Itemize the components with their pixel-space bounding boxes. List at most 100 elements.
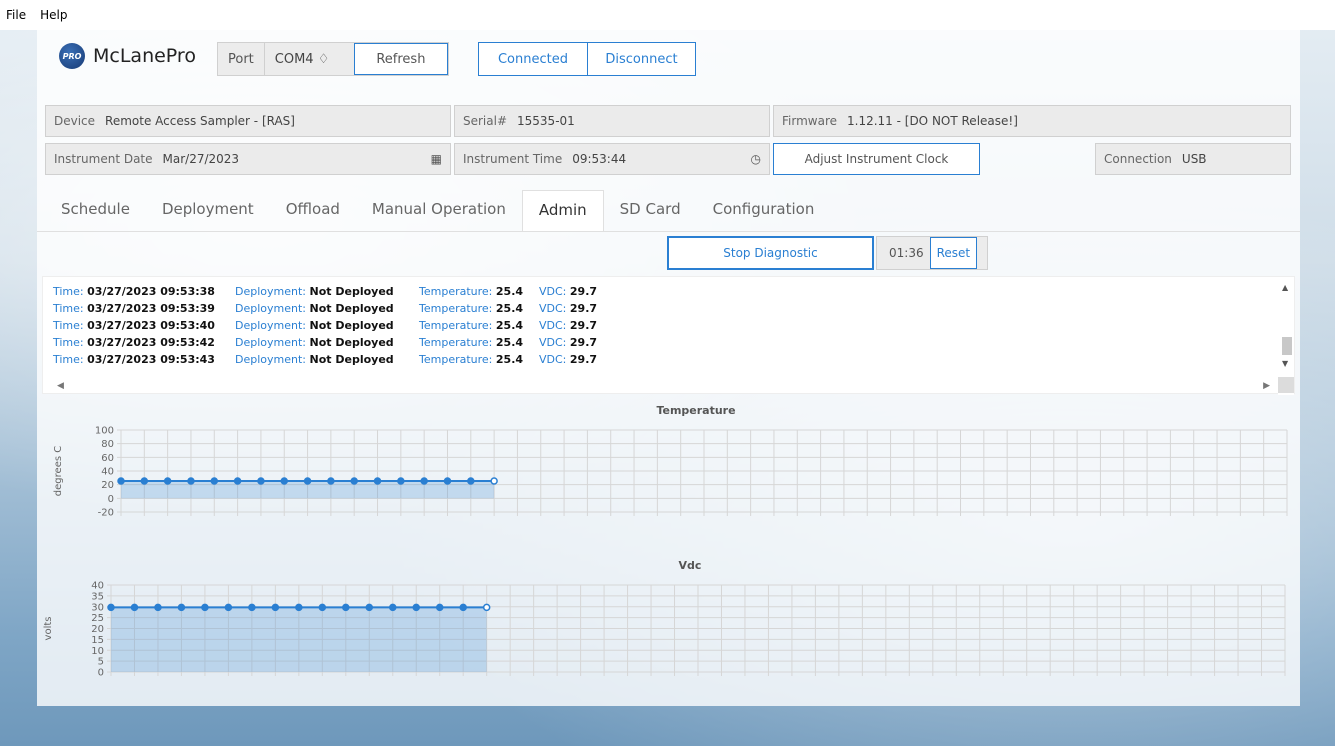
log-time-value: 03/27/2023 09:53:38: [87, 285, 215, 298]
log-vdc-key: VDC:: [539, 319, 570, 332]
y-tick-label: 20: [91, 624, 104, 635]
log-vdc-value: 29.7: [569, 285, 598, 298]
log-vdc: VDC: 29.7: [539, 319, 597, 332]
data-point: [271, 603, 280, 612]
data-point: [467, 477, 475, 485]
log-temperature-key: Temperature:: [419, 285, 496, 298]
instrument-date-value[interactable]: Mar/27/2023: [159, 152, 244, 166]
log-temperature: Temperature: 25.4: [419, 353, 523, 366]
data-point: [350, 477, 358, 485]
scroll-thumb[interactable]: [1282, 337, 1292, 355]
log-vdc-value: 29.7: [569, 319, 598, 332]
connection-group: Connected Disconnect: [478, 42, 696, 76]
data-point: [482, 603, 491, 612]
connected-button[interactable]: Connected: [479, 43, 587, 75]
calendar-icon[interactable]: ▦: [431, 152, 442, 166]
data-point: [210, 477, 219, 485]
tab-bar: Schedule Deployment Offload Manual Opera…: [45, 190, 830, 232]
data-point: [365, 603, 374, 612]
menu-bar: File Help: [0, 0, 1335, 30]
data-point: [177, 603, 186, 612]
tab-sd-card[interactable]: SD Card: [604, 190, 697, 232]
log-deployment: Deployment: Not Deployed: [235, 319, 394, 332]
log-temperature-value: 25.4: [495, 285, 524, 298]
serial-field: Serial# 15535-01: [454, 105, 770, 137]
firmware-field: Firmware 1.12.11 - [DO NOT Release!]: [773, 105, 1291, 137]
log-deployment-key: Deployment:: [235, 319, 310, 332]
elapsed-time: 01:36: [889, 246, 924, 260]
log-time: Time: 03/27/2023 09:53:43: [53, 353, 215, 366]
brand-name: McLanePro: [93, 45, 196, 67]
y-tick-label: 20: [101, 480, 114, 491]
adjust-instrument-clock-button[interactable]: Adjust Instrument Clock: [773, 143, 980, 175]
log-temperature-value: 25.4: [495, 336, 524, 349]
log-vdc-key: VDC:: [539, 353, 570, 366]
menu-file[interactable]: File: [6, 8, 26, 22]
connection-field: Connection USB: [1095, 143, 1291, 175]
diagnostic-log[interactable]: Time: 03/27/2023 09:53:38 Deployment: Not…: [42, 276, 1295, 395]
data-point: [224, 603, 233, 612]
log-temperature-value: 25.4: [495, 302, 524, 315]
log-deployment: Deployment: Not Deployed: [235, 285, 394, 298]
tab-configuration[interactable]: Configuration: [697, 190, 831, 232]
tab-admin[interactable]: Admin: [521, 190, 604, 232]
data-point: [412, 603, 420, 612]
log-time: Time: 03/27/2023 09:53:42: [53, 336, 215, 349]
connection-label: Connection: [1104, 152, 1172, 166]
vdc-chart: Vdc volts 40 35 30 25 20 15 10 5 0: [37, 555, 1300, 685]
chart-svg: Temperature degrees C 100 80 60 40 20 0 -20: [53, 404, 1288, 519]
instrument-date-field[interactable]: Instrument Date Mar/27/2023 ▦: [45, 143, 451, 175]
instrument-time-field[interactable]: Instrument Time 09:53:44 ◷: [454, 143, 770, 175]
log-vdc-value: 29.7: [569, 353, 598, 366]
menu-help[interactable]: Help: [40, 8, 67, 22]
data-point: [303, 477, 312, 485]
instrument-time-value[interactable]: 09:53:44: [568, 152, 630, 166]
y-tick-label: 80: [101, 439, 114, 450]
y-tick-label: 60: [101, 453, 114, 464]
data-point: [280, 477, 288, 485]
tab-manual-operation[interactable]: Manual Operation: [356, 190, 522, 232]
y-tick-label: 15: [91, 635, 104, 646]
data-point: [233, 477, 242, 485]
scroll-left-icon[interactable]: ◀: [57, 381, 64, 391]
series-area: [111, 607, 487, 672]
data-point: [187, 477, 195, 485]
chart-ylabel: degrees C: [53, 446, 64, 496]
stop-diagnostic-button[interactable]: Stop Diagnostic: [667, 236, 874, 270]
data-point: [327, 477, 335, 485]
log-time: Time: 03/27/2023 09:53:38: [53, 285, 215, 298]
tab-deployment[interactable]: Deployment: [146, 190, 270, 232]
y-tick-label: 40: [101, 467, 114, 478]
data-point: [318, 603, 327, 612]
serial-label: Serial#: [463, 114, 508, 128]
log-time-key: Time:: [53, 285, 88, 298]
port-select[interactable]: COM4 ♢: [263, 43, 354, 75]
log-time-key: Time:: [53, 319, 88, 332]
scroll-corner: [1278, 377, 1294, 393]
device-label: Device: [54, 114, 96, 128]
connection-value: USB: [1181, 152, 1207, 166]
clock-icon[interactable]: ◷: [751, 152, 761, 166]
log-time-key: Time:: [53, 353, 88, 366]
serial-value: 15535-01: [517, 114, 575, 128]
tab-offload[interactable]: Offload: [270, 190, 356, 232]
y-tick-label: 25: [91, 613, 104, 624]
refresh-button[interactable]: Refresh: [353, 43, 448, 75]
data-point: [459, 603, 467, 612]
y-tick-label: 35: [91, 591, 104, 602]
data-point: [389, 603, 397, 612]
reset-button[interactable]: Reset: [929, 237, 978, 269]
log-deployment-value: Not Deployed: [309, 353, 394, 366]
data-point: [490, 477, 498, 485]
tab-schedule[interactable]: Schedule: [45, 190, 146, 232]
scroll-up-icon[interactable]: ▲: [1282, 283, 1288, 292]
disconnect-button[interactable]: Disconnect: [587, 43, 695, 75]
instrument-time-label: Instrument Time: [463, 152, 563, 166]
log-deployment-value: Not Deployed: [309, 302, 394, 315]
tab-divider: [37, 231, 1300, 232]
data-point: [154, 603, 162, 612]
firmware-value: 1.12.11 - [DO NOT Release!]: [847, 114, 1018, 128]
scroll-down-icon[interactable]: ▼: [1282, 359, 1288, 368]
scroll-right-icon[interactable]: ▶: [1263, 381, 1270, 391]
device-field: Device Remote Access Sampler - [RAS]: [45, 105, 451, 137]
